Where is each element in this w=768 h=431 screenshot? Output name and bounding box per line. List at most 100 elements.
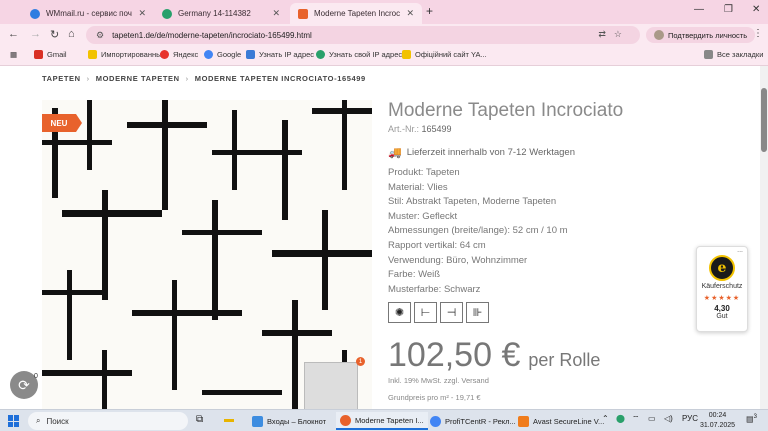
bookmark-ip[interactable]: Узнать IP адрес bbox=[246, 50, 314, 59]
paste-wall-icon[interactable]: ⊢ bbox=[414, 302, 437, 323]
notification-icon[interactable]: ▤3 bbox=[746, 414, 757, 424]
bookmarks-bar: ▦ Gmail Импортированны... Яндекс Google … bbox=[0, 46, 768, 66]
straight-match-icon[interactable]: ⊣ bbox=[440, 302, 463, 323]
tab-germany[interactable]: Germany 14-114382 ✕ bbox=[154, 3, 288, 24]
buyer-protection-label: Käuferschutz bbox=[701, 283, 743, 290]
breadcrumb-moderne-tapeten[interactable]: MODERNE TAPETEN bbox=[96, 74, 180, 83]
delivery-info: 🚚 Lieferzeit innerhalb von 7-12 Werktage… bbox=[388, 147, 575, 159]
scrollbar-thumb[interactable] bbox=[761, 88, 767, 152]
prop-product: Produkt: Tapeten bbox=[388, 167, 460, 178]
site-info-icon[interactable]: ⚙ bbox=[96, 30, 104, 41]
trusted-shops-seal-icon: e bbox=[709, 255, 735, 281]
address-bar[interactable]: ⚙ tapeten1.de/de/moderne-tapeten/incroci… bbox=[86, 26, 640, 44]
navigation-bar: ← → ↻ ⌂ ⚙ tapeten1.de/de/moderne-tapeten… bbox=[0, 24, 768, 46]
google-icon bbox=[204, 50, 213, 59]
tab-tapeten[interactable]: Moderne Tapeten Incrociato-16 ✕ bbox=[290, 3, 422, 24]
vat-info: Inkl. 19% MwSt. zzgl. Versand bbox=[388, 376, 489, 385]
url-text[interactable]: tapeten1.de/de/moderne-tapeten/incrociat… bbox=[112, 31, 312, 40]
tray-app-icon[interactable]: ⬤ bbox=[616, 414, 625, 423]
tab-strip: WMmail.ru - сервис почтовых ✕ Germany 14… bbox=[0, 0, 768, 24]
light-resistance-icon[interactable]: ✺ bbox=[388, 302, 411, 323]
rating-score: 4,30 bbox=[714, 304, 730, 313]
close-icon[interactable]: ✕ bbox=[272, 8, 280, 19]
folder-icon bbox=[88, 50, 97, 59]
task-view-icon[interactable]: ⧉ bbox=[196, 414, 203, 425]
feature-icons: ✺ ⊢ ⊣ ⊪ bbox=[388, 302, 489, 323]
ip-icon bbox=[246, 50, 255, 59]
prop-style: Stil: Abstrakt Tapeten, Moderne Tapeten bbox=[388, 196, 557, 208]
browser-menu-icon[interactable]: ⋮ bbox=[753, 28, 763, 39]
breadcrumb: TAPETEN › MODERNE TAPETEN › MODERNE TAPE… bbox=[42, 74, 366, 83]
removable-icon[interactable]: ⊪ bbox=[466, 302, 489, 323]
apps-grid-icon[interactable]: ▦ bbox=[10, 50, 17, 59]
file-explorer-icon[interactable]: ▬ bbox=[224, 414, 234, 425]
ip-icon bbox=[316, 50, 325, 59]
prop-pattern-color: Musterfarbe: Schwarz bbox=[388, 283, 481, 295]
bookmark-my-ip[interactable]: Узнать свой IP адрес bbox=[316, 50, 402, 59]
tab-title: Germany 14-114382 bbox=[178, 9, 251, 18]
language-indicator[interactable]: РУС bbox=[682, 414, 698, 423]
home-icon[interactable]: ⌂ bbox=[68, 28, 75, 40]
breadcrumb-current: MODERNE TAPETEN INCROCIATO-165499 bbox=[194, 74, 366, 83]
price-unit: per Rolle bbox=[528, 350, 601, 370]
new-badge: NEU bbox=[42, 114, 82, 132]
avatar bbox=[654, 30, 664, 40]
wifi-icon[interactable]: ⌔ bbox=[632, 414, 640, 424]
product-properties: Produkt: Tapeten Material: Vlies Stil: A… bbox=[388, 166, 568, 297]
forward-arrow-icon[interactable]: → bbox=[30, 28, 41, 40]
all-bookmarks[interactable]: Все закладки bbox=[704, 50, 763, 59]
close-icon[interactable]: ✕ bbox=[138, 8, 146, 19]
reload-icon[interactable]: ↻ bbox=[50, 28, 59, 41]
prop-material: Material: Vlies bbox=[388, 181, 448, 193]
room-preview-thumbnail[interactable] bbox=[304, 362, 358, 409]
new-tab-button[interactable]: + bbox=[426, 4, 433, 18]
more-icon[interactable]: ... bbox=[737, 247, 743, 254]
tab-title: WMmail.ru - сервис почтовых bbox=[46, 9, 132, 18]
rating-word: Gut bbox=[716, 313, 728, 320]
sync-count: 0 bbox=[34, 373, 38, 380]
breadcrumb-tapeten[interactable]: TAPETEN bbox=[42, 74, 81, 83]
trusted-shops-badge[interactable]: ... e Käuferschutz ★★★★★ 4,30 Gut bbox=[696, 246, 748, 332]
prop-color: Farbe: Weiß bbox=[388, 269, 441, 281]
prop-usage: Verwendung: Büro, Wohnzimmer bbox=[388, 254, 528, 266]
rating-stars: ★★★★★ bbox=[703, 295, 741, 302]
clock[interactable]: 00:24 31.07.2025 bbox=[700, 411, 735, 431]
tab-wmmail[interactable]: WMmail.ru - сервис почтовых ✕ bbox=[22, 3, 154, 24]
yandex-icon bbox=[160, 50, 169, 59]
restore-button[interactable]: ❐ bbox=[724, 4, 733, 15]
minimize-button[interactable]: — bbox=[694, 4, 704, 15]
prop-dimensions: Abmessungen (breite/lange): 52 cm / 10 m bbox=[388, 225, 568, 237]
close-icon[interactable]: ✕ bbox=[406, 8, 414, 19]
taskbar-app-browser[interactable]: Moderne Tapeten I... bbox=[336, 412, 428, 430]
truck-icon: 🚚 bbox=[388, 147, 402, 159]
taskbar-app-profitcentr[interactable]: ProfiTCentR - Рекл... bbox=[426, 412, 520, 430]
prop-pattern: Muster: Gefleckt bbox=[388, 210, 458, 222]
volume-icon[interactable]: ◁) bbox=[664, 414, 673, 423]
windows-start-icon[interactable] bbox=[8, 415, 20, 427]
prop-repeat: Rapport vertikal: 64 cm bbox=[388, 239, 486, 251]
taskbar: ⌕ Поиск ⧉ ▬ Входы – Блокнот Moderne Tape… bbox=[0, 409, 768, 431]
taskbar-app-notepad[interactable]: Входы – Блокнот bbox=[248, 412, 330, 430]
network-icon[interactable]: ▭ bbox=[648, 414, 656, 423]
bookmark-yandex[interactable]: Яндекс bbox=[160, 50, 198, 59]
star-icon bbox=[402, 50, 411, 59]
taskbar-search[interactable]: ⌕ Поиск bbox=[28, 412, 188, 430]
verify-label: Подтвердить личность bbox=[668, 30, 748, 40]
bookmark-google[interactable]: Google bbox=[204, 50, 241, 59]
translate-bookmark-icons[interactable]: ⇄☆ bbox=[598, 29, 630, 40]
price: 102,50 € per Rolle bbox=[388, 336, 601, 374]
gmail-icon bbox=[34, 50, 43, 59]
back-arrow-icon[interactable]: ← bbox=[8, 28, 19, 40]
page-scrollbar[interactable] bbox=[760, 66, 768, 409]
bookmark-official-site[interactable]: Офіційний сайт YA... bbox=[402, 50, 487, 59]
taskbar-app-avast[interactable]: Avast SecureLine V... bbox=[514, 412, 608, 430]
tray-expand-icon[interactable]: ⌃ bbox=[602, 414, 609, 423]
verify-identity-button[interactable]: Подтвердить личность bbox=[646, 27, 756, 43]
tab-title: Moderne Tapeten Incrociato-16 bbox=[314, 9, 401, 18]
tapeten-favicon-icon bbox=[298, 8, 308, 19]
bookmark-imported[interactable]: Импортированны... bbox=[88, 50, 168, 59]
close-window-button[interactable]: ✕ bbox=[752, 4, 760, 15]
bookmark-gmail[interactable]: Gmail bbox=[34, 50, 67, 59]
help-favicon-icon bbox=[162, 8, 172, 19]
thumbnail-count-badge: 1 bbox=[356, 357, 365, 366]
